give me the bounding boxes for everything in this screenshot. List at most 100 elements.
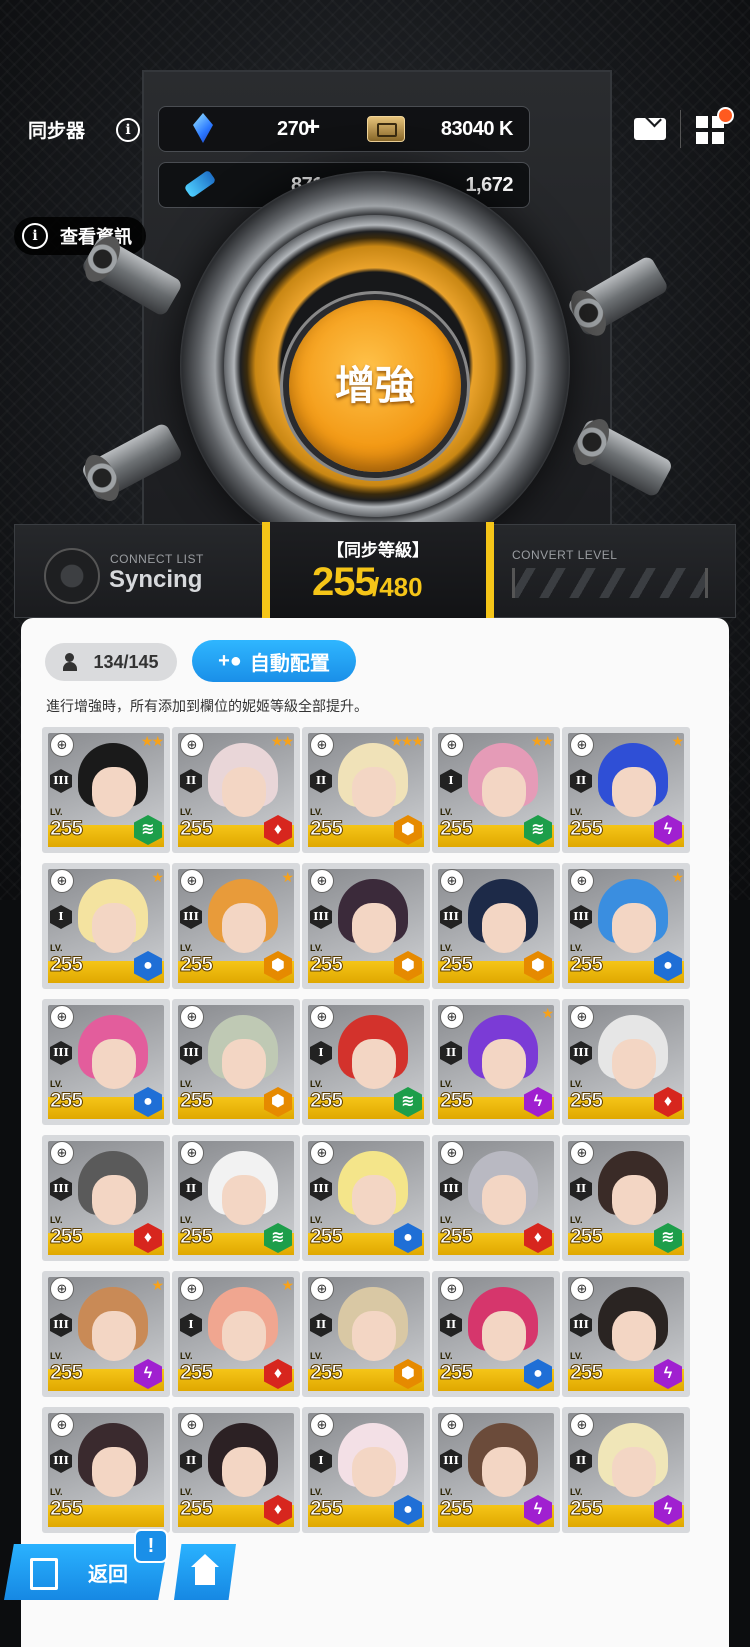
- auto-arrange-button[interactable]: +● 自動配置: [192, 640, 356, 682]
- level-value: 255: [439, 1361, 473, 1385]
- star-rating: ★: [281, 1277, 293, 1293]
- nikke-card[interactable]: ⊕ I LV. 255 ●: [302, 1407, 430, 1533]
- info-icon[interactable]: i: [116, 118, 140, 142]
- nikke-card[interactable]: ⊕ III LV. 255 ⬢: [302, 863, 430, 989]
- weapon-class-icon: ⊕: [50, 1005, 74, 1029]
- nikke-card[interactable]: ⊕ ★ II LV. 255 ϟ: [562, 727, 690, 853]
- level-value: 255: [179, 1089, 213, 1113]
- nikke-card[interactable]: ⊕ II LV. 255 ≋: [562, 1135, 690, 1261]
- nikke-card[interactable]: ⊕ ★ I LV. 255 ●: [42, 863, 170, 989]
- weapon-class-icon: ⊕: [440, 869, 464, 893]
- gem-icon: [193, 113, 213, 143]
- level-prefix: LV.: [50, 807, 63, 817]
- level-value: 255: [309, 1225, 343, 1249]
- character-face: [482, 1039, 526, 1089]
- character-face: [352, 1311, 396, 1361]
- nikke-card[interactable]: ⊕ II LV. 255 ≋: [172, 1135, 300, 1261]
- nikke-card[interactable]: ⊕ ★ I LV. 255 ♦: [172, 1271, 300, 1397]
- level-value: 255: [569, 1361, 603, 1385]
- level-value: 255: [439, 1225, 473, 1249]
- weapon-class-icon: ⊕: [310, 1005, 334, 1029]
- level-prefix: LV.: [310, 943, 323, 953]
- nikke-card[interactable]: ⊕ III LV. 255 ♦: [432, 1135, 560, 1261]
- nikke-card[interactable]: ⊕ II LV. 255 ♦: [172, 1407, 300, 1533]
- character-face: [612, 1447, 656, 1497]
- convert-level-chevrons: [512, 568, 708, 598]
- credit-count: 83040 K: [440, 118, 514, 140]
- level-value: 255: [439, 953, 473, 977]
- sync-level-title: 【同步等級】: [327, 541, 429, 560]
- nikke-card[interactable]: ⊕ III LV. 255 ϟ: [432, 1407, 560, 1533]
- nikke-card[interactable]: ⊕ ★ III LV. 255 ϟ: [42, 1271, 170, 1397]
- level-value: 255: [569, 953, 603, 977]
- nikke-card[interactable]: ⊕ III LV. 255 ⬢: [172, 999, 300, 1125]
- level-value: 255: [49, 1361, 83, 1385]
- character-face: [612, 1175, 656, 1225]
- nikke-card[interactable]: ⊕ ★★★ II LV. 255 ⬢: [302, 727, 430, 853]
- nikke-card[interactable]: ⊕ ★ II LV. 255 ϟ: [432, 999, 560, 1125]
- add-people-icon: +●: [218, 649, 242, 672]
- character-face: [482, 1447, 526, 1497]
- star-rating: ★★: [140, 733, 164, 749]
- level-value: 255: [49, 817, 83, 841]
- weapon-class-icon: ⊕: [180, 869, 204, 893]
- connect-list-label: CONNECT LIST: [110, 552, 204, 566]
- weapon-class-icon: ⊕: [180, 1141, 204, 1165]
- nikke-card[interactable]: ⊕ ★★ III LV. 255 ≋: [42, 727, 170, 853]
- character-face: [612, 903, 656, 953]
- level-value: 255: [309, 1497, 343, 1521]
- nikke-card[interactable]: ⊕ III LV. 255 ⬢: [432, 863, 560, 989]
- character-face: [352, 1175, 396, 1225]
- home-icon-body: [195, 1567, 215, 1585]
- level-value: 255: [179, 1225, 213, 1249]
- nikke-card[interactable]: ⊕ III LV. 255 ♦: [562, 999, 690, 1125]
- alert-badge[interactable]: !: [134, 1529, 168, 1563]
- weapon-class-icon: ⊕: [50, 1413, 74, 1437]
- sync-level-current: 255: [312, 560, 377, 604]
- nikke-card[interactable]: ⊕ III LV. 255 ●: [302, 1135, 430, 1261]
- level-prefix: LV.: [440, 1487, 453, 1497]
- weapon-class-icon: ⊕: [180, 1005, 204, 1029]
- nikke-card[interactable]: ⊕ I LV. 255 ≋: [302, 999, 430, 1125]
- nikke-card[interactable]: ⊕ III LV. 255: [42, 1407, 170, 1533]
- nikke-card[interactable]: ⊕ ★ III LV. 255 ●: [562, 863, 690, 989]
- level-value: 255: [309, 1361, 343, 1385]
- weapon-class-icon: ⊕: [50, 1141, 74, 1165]
- nikke-card[interactable]: ⊕ III LV. 255 ●: [42, 999, 170, 1125]
- level-prefix: LV.: [570, 1351, 583, 1361]
- nikke-card[interactable]: ⊕ II LV. 255 ϟ: [562, 1407, 690, 1533]
- weapon-class-icon: ⊕: [310, 1413, 334, 1437]
- character-face: [222, 1175, 266, 1225]
- character-face: [352, 767, 396, 817]
- home-button[interactable]: [174, 1544, 236, 1600]
- add-gems-icon[interactable]: +: [305, 111, 320, 142]
- weapon-class-icon: ⊕: [310, 733, 334, 757]
- level-value: 255: [309, 1089, 343, 1113]
- mail-icon[interactable]: [634, 118, 666, 140]
- weapon-class-icon: ⊕: [440, 1413, 464, 1437]
- level-prefix: LV.: [440, 1079, 453, 1089]
- star-rating: ★★★: [390, 733, 424, 749]
- nikke-card[interactable]: ⊕ ★★ I LV. 255 ≋: [432, 727, 560, 853]
- nikke-card[interactable]: ⊕ III LV. 255 ϟ: [562, 1271, 690, 1397]
- star-rating: ★: [151, 1277, 163, 1293]
- nikke-card[interactable]: ⊕ II LV. 255 ●: [432, 1271, 560, 1397]
- slot-count: 134/145: [93, 651, 159, 672]
- credit-icon: [367, 116, 405, 142]
- home-icon: [191, 1554, 219, 1567]
- character-face: [222, 1039, 266, 1089]
- character-face: [92, 1175, 136, 1225]
- level-value: 255: [309, 953, 343, 977]
- divider: [680, 110, 681, 148]
- level-prefix: LV.: [50, 943, 63, 953]
- nikke-card[interactable]: ⊕ ★ III LV. 255 ⬢: [172, 863, 300, 989]
- level-prefix: LV.: [180, 807, 193, 817]
- nikke-card[interactable]: ⊕ ★★ II LV. 255 ♦: [172, 727, 300, 853]
- level-prefix: LV.: [570, 1079, 583, 1089]
- nikke-card[interactable]: ⊕ III LV. 255 ♦: [42, 1135, 170, 1261]
- enhance-button[interactable]: 增強: [289, 300, 461, 472]
- weapon-class-icon: ⊕: [310, 1141, 334, 1165]
- nikke-card[interactable]: ⊕ II LV. 255 ⬢: [302, 1271, 430, 1397]
- page-title: 同步器: [28, 121, 86, 142]
- weapon-class-icon: ⊕: [570, 733, 594, 757]
